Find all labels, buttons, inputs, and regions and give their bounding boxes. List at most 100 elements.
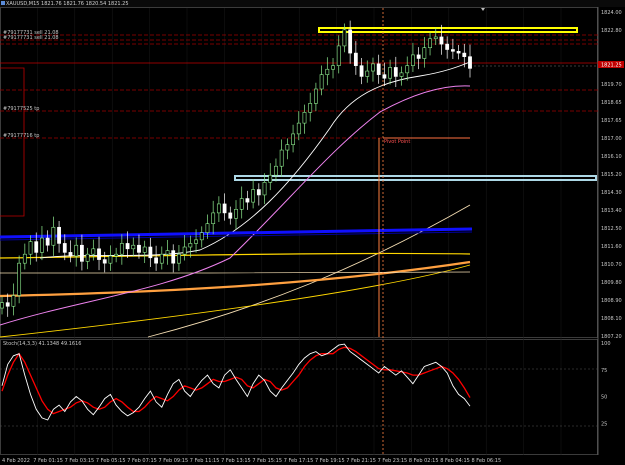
candle-body xyxy=(165,250,170,255)
candle-body xyxy=(62,243,67,253)
candle-body xyxy=(154,257,158,264)
candle-body xyxy=(211,212,216,224)
candle-body xyxy=(205,223,210,233)
candle-body xyxy=(80,244,84,262)
candle-body xyxy=(228,212,233,219)
candle-body xyxy=(45,237,50,246)
time-tick-label: 7 Feb 11:15 xyxy=(190,458,220,464)
chart-icon xyxy=(1,1,5,5)
candle-body xyxy=(445,43,450,50)
candle-body xyxy=(102,259,107,264)
price-tick-label: 1811.60 xyxy=(601,244,622,250)
candle-body xyxy=(450,49,455,52)
candle-body xyxy=(256,189,261,196)
candle-body xyxy=(456,50,461,54)
candle-body xyxy=(194,239,198,244)
price-tick-label: 1824.00 xyxy=(601,10,622,16)
candle-body xyxy=(222,203,227,214)
candle-body xyxy=(285,144,290,151)
stochastic-tick-label: 50 xyxy=(601,395,607,401)
candle-body xyxy=(148,246,153,259)
time-tick-label: 8 Feb 06:15 xyxy=(472,458,502,464)
candle-body xyxy=(388,67,392,79)
candle-body xyxy=(365,70,370,77)
candle-body xyxy=(353,52,358,66)
order-label-3: #79177525 tp xyxy=(3,106,39,112)
candle-body xyxy=(359,65,364,77)
price-tick-label: 1817.00 xyxy=(601,136,622,142)
time-tick-label: 7 Feb 01:15 xyxy=(33,458,63,464)
time-tick-label: 7 Feb 23:15 xyxy=(378,458,408,464)
time-tick-label: 7 Feb 17:15 xyxy=(284,458,314,464)
candle-body xyxy=(11,295,16,307)
candle-body xyxy=(119,243,124,255)
price-tick-label: 1807.20 xyxy=(601,334,622,340)
price-tick-label: 1816.10 xyxy=(601,154,622,160)
price-tick-label: 1817.65 xyxy=(601,118,622,124)
candle-body xyxy=(411,54,415,66)
candle-body xyxy=(325,68,330,75)
candle-body xyxy=(308,103,313,113)
candle-body xyxy=(108,255,113,264)
candle-body xyxy=(262,182,267,196)
stochastic-tick-label: 100 xyxy=(601,341,611,347)
candle-body xyxy=(399,72,404,77)
candle-body xyxy=(342,29,347,47)
time-tick-label: 8 Feb 04:15 xyxy=(440,458,470,464)
candle-body xyxy=(125,243,130,250)
candle-body xyxy=(131,244,136,250)
order-label-2: #79177731 sell 21.08 xyxy=(3,35,59,41)
candle-body xyxy=(382,74,387,79)
time-axis: 4 Feb 2022 7 Feb 01:15 7 Feb 03:15 7 Feb 05… xyxy=(2,458,501,464)
candle-body xyxy=(245,198,250,203)
candle-body xyxy=(159,253,164,264)
candle-body xyxy=(199,232,204,241)
window-title: XAUUSD,M15 1821.76 1821.76 1820.54 1821.… xyxy=(6,1,129,7)
candle-body xyxy=(348,29,353,54)
candle-body xyxy=(302,112,307,124)
time-tick-label: 7 Feb 07:15 xyxy=(127,458,157,464)
candle-body xyxy=(5,302,10,307)
candle-body xyxy=(439,36,444,45)
price-tick-label: 1810.70 xyxy=(601,262,622,268)
candle-body xyxy=(28,241,33,255)
candle-body xyxy=(468,56,472,69)
candle-body xyxy=(291,133,295,145)
time-tick-label: 7 Feb 15:15 xyxy=(252,458,282,464)
candle-body xyxy=(17,262,22,296)
candle-body xyxy=(393,67,398,77)
candle-body xyxy=(405,65,410,74)
candle-body xyxy=(188,243,193,248)
price-tick-label: 1808.90 xyxy=(601,298,622,304)
candle-body xyxy=(68,252,73,257)
candle-body xyxy=(177,253,181,264)
candle-body xyxy=(85,253,90,262)
price-tick-label: 1812.50 xyxy=(601,226,622,232)
price-tick-label: 1815.20 xyxy=(601,172,622,178)
price-tick-label: 1814.30 xyxy=(601,190,622,196)
candle-body xyxy=(279,149,284,167)
stochastic-tick-label: 75 xyxy=(601,368,607,374)
stochastic-header: Stoch(14,3,3) 41.1348 49.1616 xyxy=(3,341,81,347)
candle-body xyxy=(274,165,278,176)
candle-body xyxy=(371,63,375,72)
candle-body xyxy=(416,54,421,59)
candle-body xyxy=(239,198,244,210)
candle-body xyxy=(462,52,467,57)
candle-body xyxy=(22,253,27,264)
time-tick-label: 7 Feb 03:15 xyxy=(65,458,95,464)
time-tick-label: 7 Feb 09:15 xyxy=(159,458,189,464)
candle-body xyxy=(428,38,432,49)
current-price-value: 1821.25 xyxy=(601,63,622,69)
time-tick-label: 7 Feb 05:15 xyxy=(96,458,126,464)
chart-canvas[interactable]: XAUUSD,M15 1821.76 1821.76 1820.54 1821.… xyxy=(0,0,625,465)
candle-body xyxy=(422,47,427,59)
order-label-4: #79177716 tp xyxy=(3,133,39,139)
price-tick-label: 1818.65 xyxy=(601,100,622,106)
time-tick-label: 7 Feb 13:15 xyxy=(221,458,251,464)
candle-body xyxy=(216,203,221,214)
candle-body xyxy=(114,253,119,257)
candle-body xyxy=(91,248,96,255)
candle-body xyxy=(171,250,176,264)
candle-body xyxy=(40,237,44,253)
